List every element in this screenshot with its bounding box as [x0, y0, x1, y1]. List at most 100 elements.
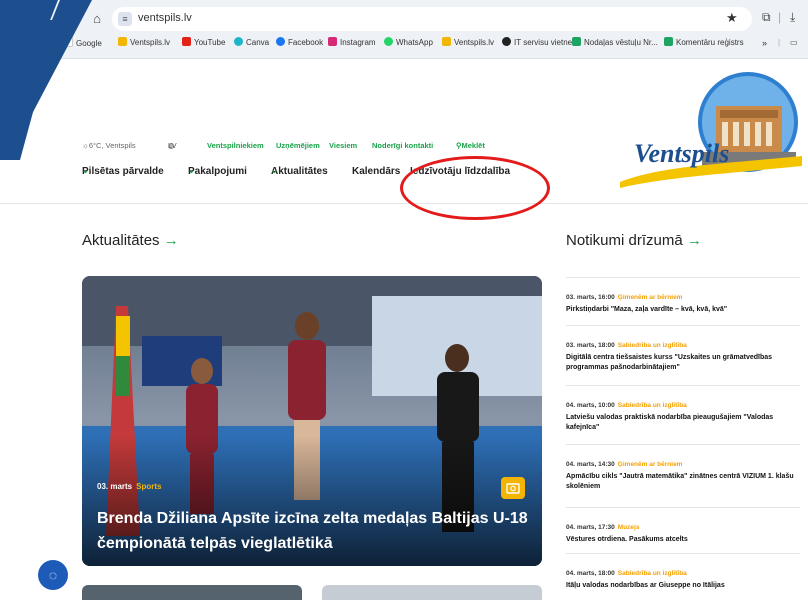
news-section-title[interactable]: Aktualitātes →	[82, 232, 179, 249]
event-date: 03. marts, 18:00	[566, 342, 615, 349]
news-thumbnail[interactable]	[82, 585, 302, 600]
github-icon	[502, 37, 511, 46]
link-ventspilniekiem[interactable]: Ventspilniekiem	[207, 141, 264, 150]
youtube-icon	[182, 37, 191, 46]
event-title: Digitālā centra tiešsaistes kurss "Uzska…	[566, 354, 773, 371]
bookmarks-folder-icon[interactable]: ▭	[790, 36, 798, 50]
ventspils-icon	[118, 37, 127, 46]
nav-label: Pakalpojumi	[188, 166, 247, 177]
divider: |	[778, 10, 782, 24]
featured-title[interactable]: Brenda Džiliana Apsīte izcīna zelta meda…	[97, 506, 537, 556]
svg-text:Ventspils: Ventspils	[634, 139, 729, 168]
help-widget-button[interactable]: ◌	[38, 560, 68, 590]
featured-date: 03. marts	[97, 482, 133, 491]
language-label: LV	[168, 141, 177, 150]
help-icon: ◌	[48, 567, 58, 583]
download-icon[interactable]: ⤓	[790, 10, 795, 25]
event-item[interactable]: 04. marts, 18:00 Sabiedrība un izglītība …	[566, 553, 800, 601]
header-divider	[0, 203, 808, 204]
language-switch[interactable]: LV ◍	[168, 141, 177, 150]
bookmark-google[interactable]: Google	[62, 36, 102, 50]
gallery-icon	[501, 477, 525, 499]
search-label: Meklēt	[461, 141, 485, 150]
event-meta: 04. marts, 18:00 Sabiedrība un izglītība	[566, 570, 687, 577]
news-thumbnail[interactable]	[322, 585, 542, 600]
news-title-text: Aktualitātes	[82, 232, 160, 249]
link-noderigi-kontakti[interactable]: Noderīgi kontakti	[372, 141, 433, 150]
bookmark-label: IT servisu vietne	[514, 38, 573, 47]
bookmark-label: WhatsApp	[396, 38, 433, 47]
bookmark-instagram[interactable]: Instagram	[328, 36, 376, 50]
bookmark-label: Ventspils.lv	[130, 38, 171, 47]
event-meta: 04. marts, 10:00 Sabiedrība un izglītība	[566, 402, 687, 409]
bookmarks-bar: Google Ventspils.lv YouTube Canva Facebo…	[56, 34, 808, 52]
bookmark-label: Komentāru reģistrs	[676, 38, 744, 47]
chevron-down-icon: ⌄	[82, 166, 89, 175]
divider: |	[778, 38, 781, 47]
bookmark-facebook[interactable]: Facebook	[276, 36, 323, 50]
event-category: Ģimenēm ar bērniem	[617, 461, 683, 468]
bookmark-it-servisu[interactable]: IT servisu vietne	[502, 36, 572, 50]
reload-icon[interactable]: ↻	[68, 10, 86, 28]
events-section-title[interactable]: Notikumi drīzumā →	[566, 232, 702, 249]
bookmark-nodalas[interactable]: Nodaļas vēstuļu Nr...	[572, 36, 658, 50]
canva-icon	[234, 37, 243, 46]
events-title-text: Notikumi drīzumā	[566, 232, 683, 249]
event-date: 04. marts, 14:30	[566, 461, 615, 468]
ventspils-icon	[442, 37, 451, 46]
link-viesiem[interactable]: Viesiem	[329, 141, 357, 150]
site-info-icon[interactable]: ≡	[118, 12, 132, 26]
whatsapp-icon	[384, 37, 393, 46]
chevron-down-icon: ⌄	[271, 166, 278, 175]
nav-label: Aktualitātes	[271, 166, 328, 177]
weather-widget: ☼ 6°C, Ventspils	[82, 141, 136, 150]
event-category: Muzejs	[617, 524, 640, 531]
extensions-icon[interactable]: ⧉	[762, 10, 771, 25]
bookmark-komentaru[interactable]: Komentāru reģistrs	[664, 36, 744, 50]
featured-category: Sports	[136, 482, 162, 491]
event-title: Itāļu valodas nodarbības ar Giuseppe no …	[566, 582, 725, 589]
bookmark-whatsapp[interactable]: WhatsApp	[384, 36, 433, 50]
chevron-down-icon: ⌄	[188, 166, 195, 175]
bookmark-label: Ventspils.lv	[454, 38, 495, 47]
nav-label: Pilsētas pārvalde	[82, 166, 164, 177]
bookmark-star-icon[interactable]: ★	[726, 10, 738, 26]
event-meta: 03. marts, 18:00 Sabiedrība un izglītība	[566, 342, 687, 349]
event-item[interactable]: 04. marts, 14:30 Ģimenēm ar bērniem Apmāc…	[566, 444, 800, 505]
event-item[interactable]: 04. marts, 10:00 Sabiedrība un izglītība …	[566, 385, 800, 446]
bookmark-label: Canva	[246, 38, 270, 47]
sheets-icon	[664, 37, 673, 46]
event-title: Apmācību cikls "Jautrā matemātika" zināt…	[566, 473, 794, 490]
home-icon[interactable]: ⌂	[88, 10, 106, 28]
arrow-right-icon: →	[163, 232, 179, 249]
bookmark-ventspils[interactable]: Ventspils.lv	[118, 36, 170, 50]
address-bar[interactable]: ≡ ventspils.lv	[112, 7, 752, 31]
event-title: Latviešu valodas praktiskā nodarbība pie…	[566, 414, 774, 431]
bookmark-youtube[interactable]: YouTube	[182, 36, 225, 50]
event-date: 04. marts, 18:00	[566, 570, 615, 577]
address-row: ↻ ⌂ ≡ ventspils.lv ★ ⧉ | ⤓	[0, 6, 808, 32]
bookmark-label: Instagram	[340, 38, 376, 47]
more-bookmarks-icon[interactable]: »	[762, 36, 767, 50]
ventspils-logo[interactable]: Ventspils	[620, 70, 802, 190]
event-category: Sabiedrība un izglītība	[617, 402, 687, 409]
weather-text: 6°C, Ventspils	[88, 141, 136, 150]
event-date: 03. marts, 16:00	[566, 294, 615, 301]
google-icon	[62, 36, 73, 47]
event-title: Pirkstiņdarbi "Maza, zaļa vardīte – kvā,…	[566, 306, 728, 313]
event-meta: 03. marts, 16:00 Ģimenēm ar bērniem	[566, 294, 682, 301]
bookmark-ventspils-2[interactable]: Ventspils.lv	[442, 36, 494, 50]
bookmark-label: Nodaļas vēstuļu Nr...	[584, 38, 658, 47]
annotation-ellipse	[400, 156, 550, 220]
event-item[interactable]: 04. marts, 17:30 Muzejs Vēstures otrdiena…	[566, 507, 800, 556]
sheets-icon	[572, 37, 581, 46]
facebook-icon	[276, 37, 285, 46]
event-category: Sabiedrība un izglītība	[617, 342, 687, 349]
search-link[interactable]: ⚲ Meklēt	[456, 141, 485, 150]
bookmark-label: YouTube	[194, 38, 226, 47]
event-title: Vēstures otrdiena. Pasākums atcelts	[566, 536, 688, 543]
arrow-right-icon: →	[686, 232, 702, 249]
featured-meta: 03. marts Sports	[97, 482, 161, 491]
bookmark-canva[interactable]: Canva	[234, 36, 269, 50]
link-uznemejiem[interactable]: Uzņēmējiem	[276, 141, 320, 150]
